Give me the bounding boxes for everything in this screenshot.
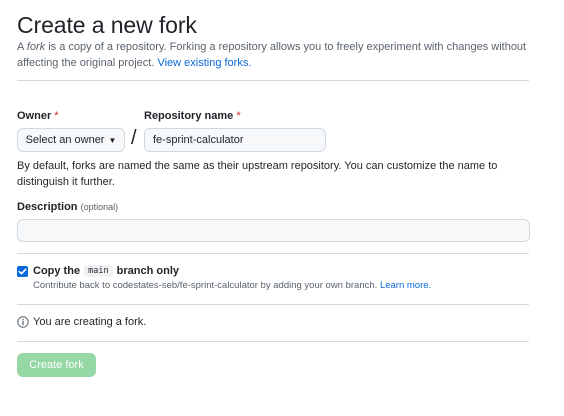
repository-name-value: fe-sprint-calculator: [153, 134, 244, 146]
checkmark-icon: [18, 268, 27, 275]
info-icon: [17, 316, 29, 328]
branch-name-code: main: [84, 265, 113, 277]
repository-name-input[interactable]: fe-sprint-calculator: [144, 128, 326, 152]
select-owner-button[interactable]: Select an owner ▼: [17, 128, 125, 152]
learn-more-link[interactable]: Learn more.: [380, 280, 431, 291]
description-input[interactable]: [17, 219, 530, 242]
fork-notice-text: You are creating a fork.: [33, 316, 147, 328]
divider: [17, 80, 529, 81]
repo-name-label: Repository name *: [144, 110, 241, 122]
owner-repo-separator: /: [131, 127, 137, 149]
view-existing-forks-link[interactable]: View existing forks.: [157, 57, 251, 69]
caret-down-icon: ▼: [108, 135, 117, 145]
required-mark: *: [54, 110, 59, 122]
copy-main-branch-checkbox[interactable]: [17, 266, 28, 277]
create-fork-button[interactable]: Create fork: [17, 353, 96, 377]
copy-branch-help: Contribute back to codestates-seb/fe-spr…: [33, 280, 432, 291]
description-label: Description (optional): [17, 201, 119, 213]
required-mark: *: [236, 110, 241, 122]
select-owner-label: Select an owner: [25, 134, 105, 146]
divider: [17, 341, 529, 342]
divider: [17, 304, 529, 305]
fork-notice: You are creating a fork.: [17, 316, 146, 328]
owner-label: Owner *: [17, 110, 59, 122]
copy-branch-label[interactable]: Copy the main branch only: [33, 265, 179, 277]
fork-emphasis: fork: [26, 41, 46, 53]
optional-tag: (optional): [80, 202, 119, 212]
intro-text: A fork is a copy of a repository. Forkin…: [17, 41, 527, 69]
divider: [17, 253, 529, 254]
page-title: Create a new fork: [17, 12, 197, 38]
repo-name-help: By default, forks are named the same as …: [17, 160, 498, 188]
